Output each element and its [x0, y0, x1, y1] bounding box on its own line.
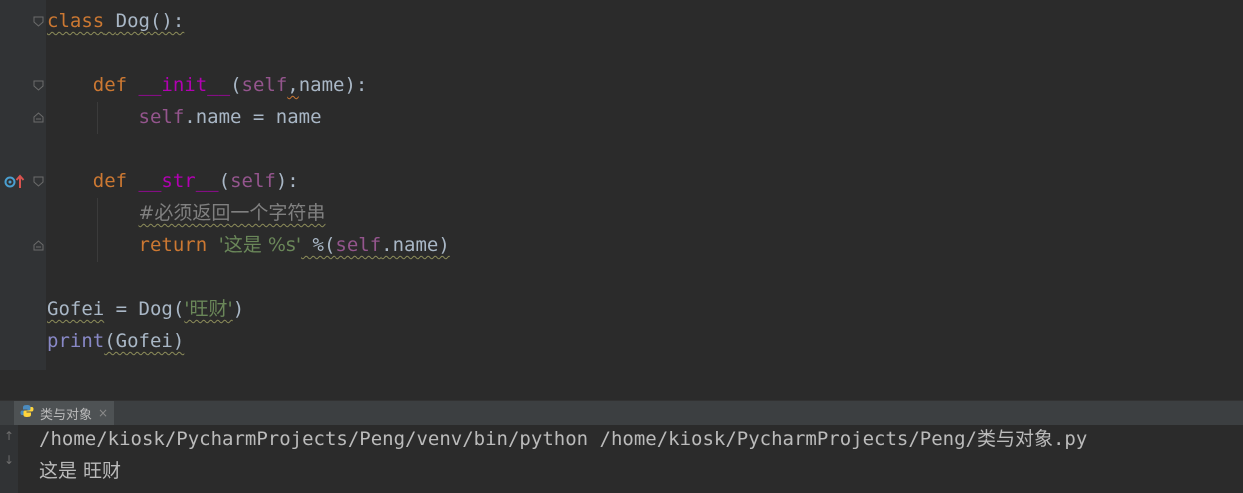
code-line-3: def __init__(self,name): [47, 69, 368, 101]
string-literal: '旺财' [184, 298, 233, 320]
operator: %( [301, 234, 336, 256]
punctuation: ( [218, 170, 231, 192]
class-name: Dog [115, 10, 150, 32]
assignment: = Dog( [104, 298, 185, 320]
variable: Gofei [47, 298, 105, 320]
fold-marker-icon[interactable] [33, 80, 44, 91]
code-editor[interactable]: class Dog(): def __init__(self,name): se… [0, 0, 1243, 370]
code-line-6: def __str__(self): [47, 165, 299, 197]
run-tab-bar: 类与对象 × [0, 400, 1243, 425]
scroll-up-arrow-icon[interactable]: ↑ [4, 429, 14, 443]
punctuation: ) [232, 298, 245, 320]
run-tab-label: 类与对象 [40, 407, 93, 423]
function-name: __init__ [138, 74, 231, 96]
self-keyword: self [230, 170, 276, 192]
code-line-1: class Dog(): [47, 5, 184, 37]
punctuation: , [287, 74, 299, 96]
function-name: __str__ [138, 170, 219, 192]
code-line-11: print(Gofei) [47, 325, 184, 357]
parameters: name): [298, 74, 368, 96]
override-up-arrow-icon[interactable] [4, 174, 26, 190]
fold-marker-icon[interactable] [33, 16, 44, 27]
self-keyword: self [138, 106, 185, 128]
keyword: class [47, 10, 105, 32]
keyword: def [92, 74, 128, 96]
close-icon[interactable]: × [98, 406, 108, 420]
editor-gutter [0, 0, 46, 370]
builtin-function: print [47, 330, 105, 352]
fold-end-marker-icon[interactable] [33, 240, 44, 251]
fold-end-marker-icon[interactable] [33, 112, 44, 123]
self-keyword: self [241, 74, 288, 96]
arguments: (Gofei) [104, 330, 185, 352]
keyword: return [138, 234, 208, 256]
code-line-10: Gofei = Dog('旺财') [47, 293, 244, 325]
run-side-toolbar: ↑ ↓ [0, 425, 18, 493]
code-line-4: self.name = name [47, 101, 322, 133]
python-icon [20, 404, 34, 422]
console-command-line: /home/kiosk/PycharmProjects/Peng/venv/bi… [39, 423, 1087, 455]
comment: #必须返回一个字符串 [138, 202, 326, 224]
scroll-down-arrow-icon[interactable]: ↓ [4, 453, 14, 467]
run-tab[interactable]: 类与对象 × [14, 401, 115, 425]
string-literal: '这是 %s' [218, 234, 302, 256]
self-keyword: self [335, 234, 382, 256]
fold-marker-icon[interactable] [33, 176, 44, 187]
keyword: def [92, 170, 128, 192]
punctuation: ): [275, 170, 299, 192]
console-command-text: /home/kiosk/PycharmProjects/Peng/venv/bi… [39, 428, 1088, 450]
run-tool-window: 类与对象 × ↑ ↓ /home/kiosk/PycharmProjects/P… [0, 370, 1243, 493]
punctuation: (): [149, 10, 185, 32]
console-output-text: 这是 旺财 [39, 460, 122, 482]
code-line-8: return '这是 %s' %(self.name) [47, 229, 450, 261]
statement: .name = name [184, 106, 322, 128]
punctuation: ( [230, 74, 242, 96]
console-output-line: 这是 旺财 [39, 455, 121, 487]
attribute: .name) [381, 234, 450, 256]
code-line-7: #必须返回一个字符串 [47, 197, 326, 229]
